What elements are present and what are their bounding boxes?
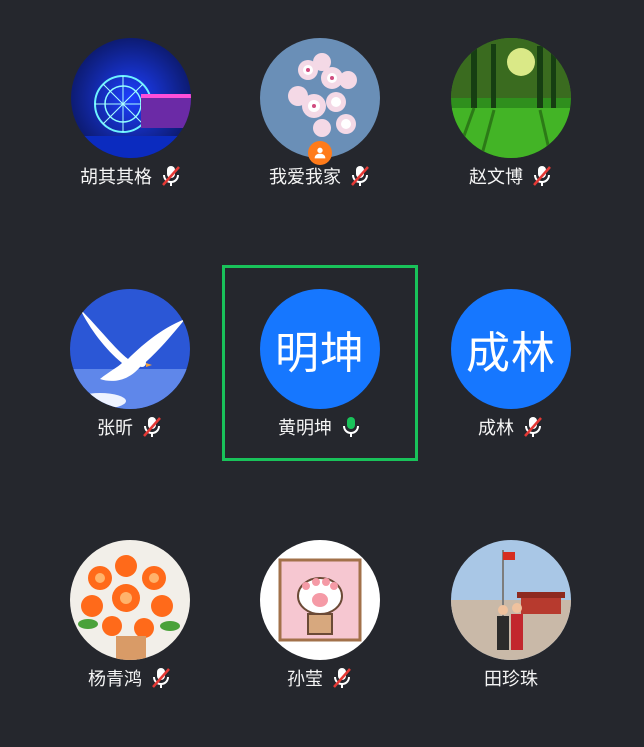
text-avatar: 成林: [451, 289, 571, 409]
participant-tile[interactable]: 成林 成林: [416, 289, 606, 479]
avatar: [70, 289, 190, 409]
mic-muted-icon[interactable]: [331, 666, 353, 690]
participant-name: 田珍珠: [484, 669, 538, 690]
participant-tile[interactable]: 田珍珠: [416, 540, 606, 730]
participant-tile[interactable]: 赵文博: [416, 38, 606, 228]
mic-muted-icon[interactable]: [531, 164, 553, 188]
orange-flowers-image: [70, 540, 190, 660]
participant-name: 黄明坤: [278, 418, 332, 439]
participant-name: 成林: [478, 418, 514, 439]
participant-name-row: 我爱我家: [225, 161, 415, 191]
participant-name-row: 成林: [416, 412, 606, 442]
mic-on-icon[interactable]: [340, 415, 362, 439]
participant-name: 杨青鸿: [88, 669, 142, 690]
cherry-blossom-image: [260, 38, 380, 158]
participant-name-row: 孙莹: [225, 663, 415, 693]
participant-tile[interactable]: 杨青鸿: [35, 540, 225, 730]
participant-name-row: 杨青鸿: [35, 663, 225, 693]
participant-tile[interactable]: 胡其其格: [0, 38, 191, 228]
avatar: [260, 540, 380, 660]
mic-muted-icon[interactable]: [349, 164, 371, 188]
participant-name-row: 赵文博: [416, 161, 606, 191]
avatar: [260, 38, 380, 158]
green-forest-image: [451, 38, 571, 158]
mic-muted-icon[interactable]: [150, 666, 172, 690]
participant-name: 我爱我家: [269, 167, 341, 188]
participant-name-row: 胡其其格: [36, 161, 226, 191]
avatar: [70, 540, 190, 660]
participant-tile-active[interactable]: 明坤 黄明坤: [225, 289, 415, 479]
participant-tile[interactable]: 孙莹: [225, 540, 415, 730]
cat-paw-cartoon-image: [260, 540, 380, 660]
participant-name-row: 田珍珠: [416, 663, 606, 693]
text-avatar: 明坤: [260, 289, 380, 409]
mic-muted-icon[interactable]: [141, 415, 163, 439]
tiananmen-image: [451, 540, 571, 660]
participant-name-row: 张昕: [35, 412, 225, 442]
mic-muted-icon[interactable]: [522, 415, 544, 439]
participant-tile[interactable]: 张昕: [35, 289, 225, 479]
ferris-wheel-image: [71, 38, 191, 158]
participant-tile[interactable]: 我爱我家: [225, 38, 415, 228]
participant-name: 赵文博: [469, 167, 523, 188]
participant-name: 孙莹: [287, 669, 323, 690]
participant-name-row: 黄明坤: [225, 412, 415, 442]
mic-muted-icon[interactable]: [160, 164, 182, 188]
avatar: [451, 540, 571, 660]
avatar: [451, 38, 571, 158]
white-dove-image: [70, 289, 190, 409]
avatar: [71, 38, 191, 158]
participant-name: 张昕: [97, 418, 133, 439]
participant-grid: 胡其其格 我爱我家 赵文博 张昕 明坤 黄明坤 成林 成林 杨青鸿 孙莹 田珍珠: [0, 0, 644, 747]
participant-name: 胡其其格: [80, 167, 152, 188]
